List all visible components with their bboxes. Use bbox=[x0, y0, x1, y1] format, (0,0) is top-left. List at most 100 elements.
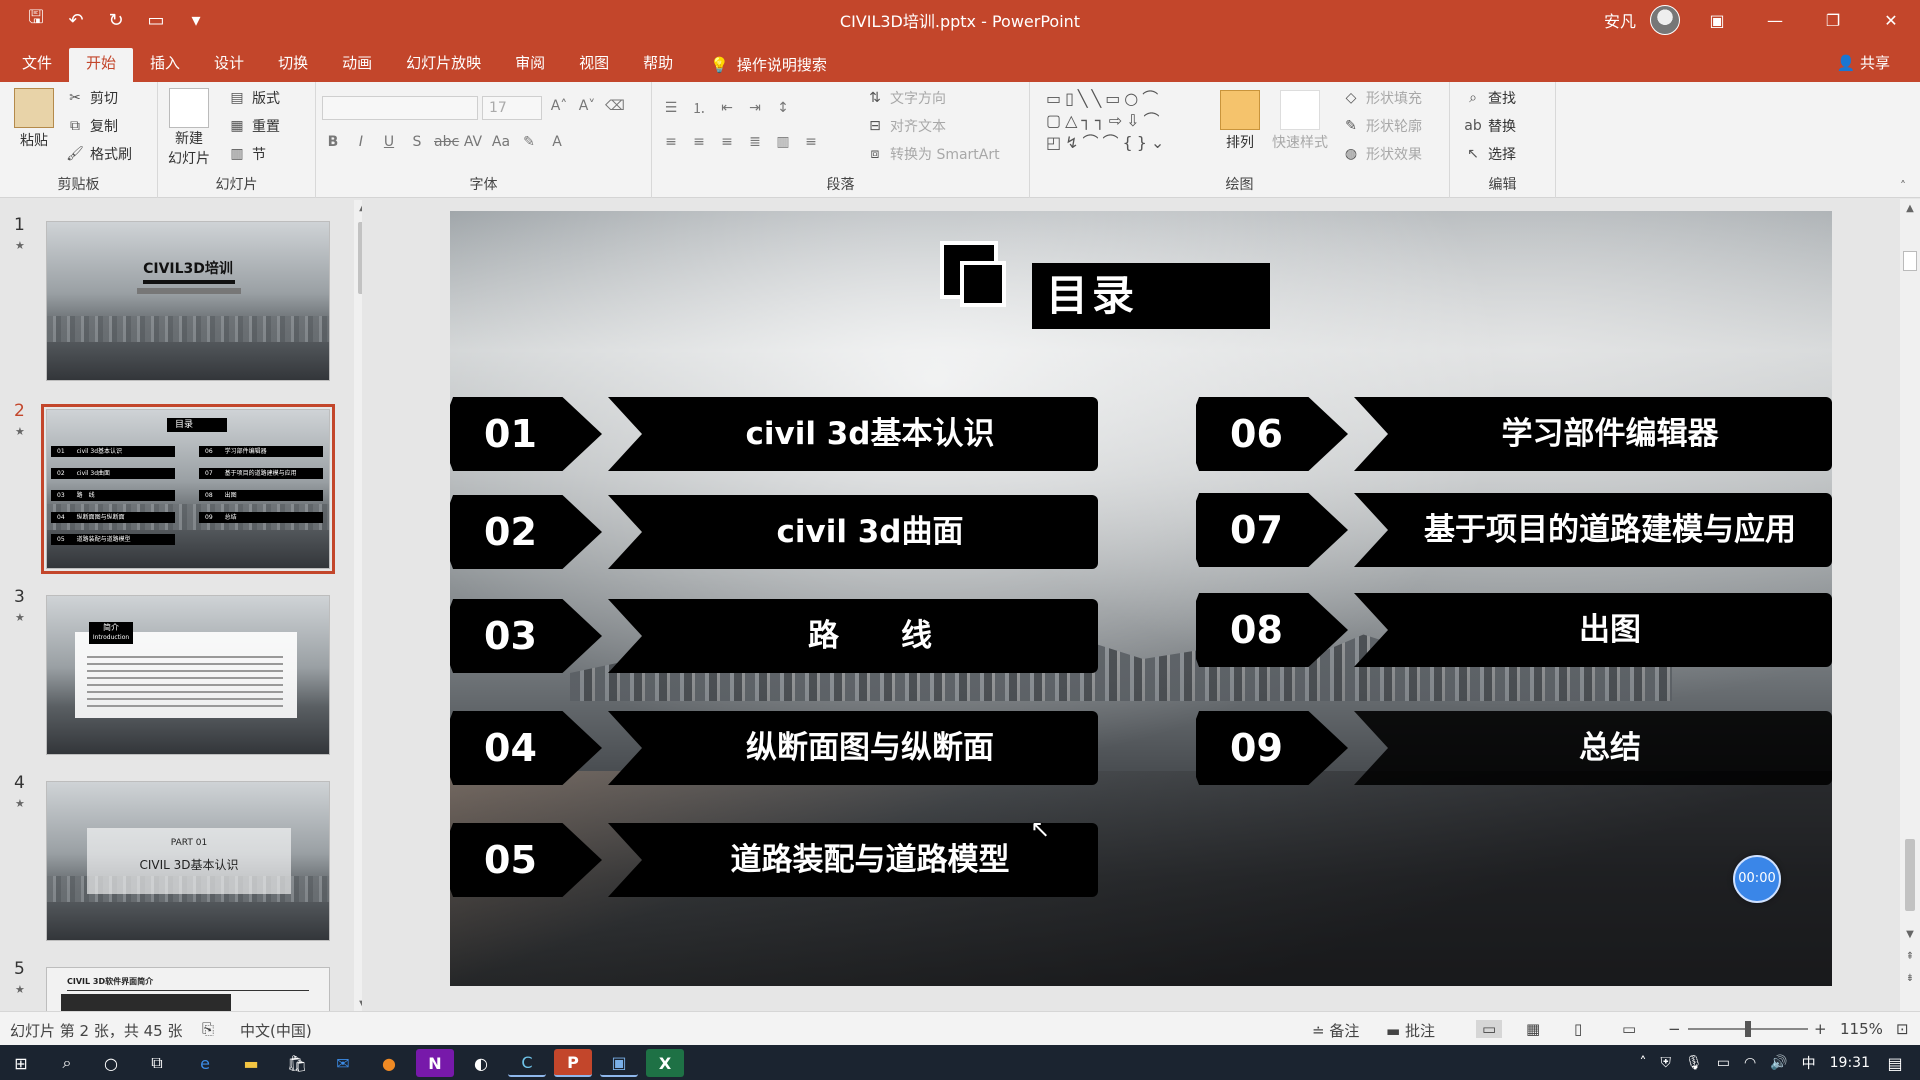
scroll-down-icon[interactable]: ▼ bbox=[1900, 929, 1920, 940]
shadow-icon[interactable]: S bbox=[406, 134, 428, 150]
tab-home[interactable]: 开始 bbox=[69, 48, 134, 82]
scroll-up-icon[interactable]: ▲ bbox=[1900, 203, 1920, 214]
user-account[interactable]: 安凡 bbox=[1604, 0, 1680, 40]
align-text-button[interactable]: ⊟ 对齐文本 bbox=[866, 116, 946, 136]
columns-icon[interactable]: ▥ bbox=[772, 134, 794, 150]
align-center-icon[interactable]: ≡ bbox=[688, 134, 710, 150]
toc-item-09[interactable]: 09 总结 bbox=[1196, 711, 1832, 785]
quick-styles-button[interactable]: 快速样式 bbox=[1272, 90, 1328, 152]
battery-icon[interactable]: ▭ bbox=[1717, 1055, 1730, 1071]
search-icon[interactable]: ⌕ bbox=[48, 1049, 86, 1077]
font-color-icon[interactable]: A bbox=[546, 134, 568, 150]
slide-title[interactable]: 目录 bbox=[1032, 263, 1270, 329]
find-button[interactable]: ⌕ 查找 bbox=[1464, 88, 1516, 108]
grow-font-icon[interactable]: A˄ bbox=[548, 98, 570, 114]
comments-button[interactable]: ▬ 批注 bbox=[1386, 1020, 1435, 1041]
bullets-icon[interactable]: ☰ bbox=[660, 100, 682, 116]
ime-indicator[interactable]: 中 bbox=[1802, 1053, 1816, 1073]
microphone-icon[interactable]: 🎙 bbox=[1685, 1055, 1703, 1071]
toc-item-04[interactable]: 04 纵断面图与纵断面 bbox=[450, 711, 1098, 785]
recording-timer[interactable]: 00:00 bbox=[1733, 855, 1781, 903]
highlight-icon[interactable]: ✎ bbox=[518, 134, 540, 150]
minimize-icon[interactable]: — bbox=[1746, 0, 1804, 40]
bold-icon[interactable]: B bbox=[322, 134, 344, 150]
shape-outline-button[interactable]: ✎ 形状轮廓 bbox=[1342, 116, 1422, 136]
windows-start-icon[interactable]: ⊞ bbox=[2, 1049, 40, 1077]
font-size-dropdown[interactable]: 17 bbox=[482, 96, 542, 120]
copy-button[interactable]: ⧉ 复制 bbox=[66, 116, 118, 136]
slide-thumbnail-1[interactable]: CIVIL3D培训 bbox=[46, 221, 330, 381]
clock[interactable]: 19:31 bbox=[1830, 1055, 1870, 1071]
tab-help[interactable]: 帮助 bbox=[626, 48, 690, 82]
shield-icon[interactable]: ⛨ bbox=[1660, 1055, 1671, 1071]
save-icon[interactable]: 🖫 bbox=[22, 6, 50, 34]
paragraph-settings-icon[interactable]: ≡ bbox=[800, 134, 822, 150]
toc-item-02[interactable]: 02 civil 3d曲面 bbox=[450, 495, 1098, 569]
file-explorer-icon[interactable]: ▬ bbox=[232, 1049, 270, 1077]
tell-me-search[interactable]: 💡 操作说明搜索 bbox=[690, 48, 827, 82]
tab-view[interactable]: 视图 bbox=[562, 48, 626, 82]
new-slide-button[interactable]: 新建 幻灯片 bbox=[168, 88, 210, 168]
current-slide[interactable]: 目录 01 civil 3d基本认识 02 civil 3d曲面 03 路 线 … bbox=[450, 211, 1832, 986]
powerpoint-icon[interactable]: P bbox=[554, 1049, 592, 1077]
zoom-level[interactable]: 115% bbox=[1840, 1020, 1883, 1038]
toc-item-06[interactable]: 06 学习部件编辑器 bbox=[1196, 397, 1832, 471]
align-left-icon[interactable]: ≡ bbox=[660, 134, 682, 150]
restore-icon[interactable]: ❐ bbox=[1804, 0, 1862, 40]
increase-indent-icon[interactable]: ⇥ bbox=[744, 100, 766, 116]
redo-icon[interactable]: ↻ bbox=[102, 6, 130, 34]
customize-toolbar-icon[interactable]: ▾ bbox=[182, 6, 210, 34]
civil3d-app-icon[interactable]: C bbox=[508, 1049, 546, 1077]
slide-scrollbar[interactable]: ▲ ▼ ⇞ ⇟ bbox=[1900, 199, 1920, 1011]
toc-item-07[interactable]: 07 基于项目的道路建模与应用 bbox=[1196, 493, 1832, 567]
align-right-icon[interactable]: ≡ bbox=[716, 134, 738, 150]
toc-item-01[interactable]: 01 civil 3d基本认识 bbox=[450, 397, 1098, 471]
arrange-button[interactable]: 排列 bbox=[1220, 90, 1260, 152]
tab-insert[interactable]: 插入 bbox=[133, 48, 197, 82]
section-button[interactable]: ▥ 节 bbox=[228, 144, 266, 164]
reading-view-icon[interactable]: ▯ bbox=[1574, 1020, 1582, 1038]
format-painter-button[interactable]: 🖌 格式刷 bbox=[66, 144, 132, 164]
excel-icon[interactable]: X bbox=[646, 1049, 684, 1077]
zoom-in-icon[interactable]: + bbox=[1814, 1020, 1827, 1038]
firefox-icon[interactable]: ● bbox=[370, 1049, 408, 1077]
line-spacing-icon[interactable]: ↕ bbox=[772, 100, 794, 116]
collapse-ribbon-icon[interactable]: ˄ bbox=[1900, 179, 1906, 193]
tray-expand-icon[interactable]: ˄ bbox=[1639, 1055, 1646, 1071]
video-editor-icon[interactable]: ▣ bbox=[600, 1049, 638, 1077]
smartart-button[interactable]: ⧈ 转换为 SmartArt bbox=[866, 144, 1000, 164]
ribbon-display-options-icon[interactable]: ▣ bbox=[1688, 0, 1746, 40]
language-indicator[interactable]: 中文(中国) bbox=[240, 1020, 312, 1041]
clear-format-icon[interactable]: ⌫ bbox=[604, 98, 626, 114]
replace-button[interactable]: ab 替换 bbox=[1464, 116, 1516, 136]
toc-item-08[interactable]: 08 出图 bbox=[1196, 593, 1832, 667]
share-button[interactable]: 👤 共享 bbox=[1837, 52, 1890, 73]
toc-item-03[interactable]: 03 路 线 bbox=[450, 599, 1098, 673]
char-spacing-icon[interactable]: AV bbox=[462, 134, 484, 150]
tab-file[interactable]: 文件 bbox=[0, 48, 69, 82]
numbering-icon[interactable]: ⒈ bbox=[688, 98, 710, 118]
fit-slide-icon[interactable]: ⊡ bbox=[1896, 1020, 1909, 1038]
strikethrough-icon[interactable]: abc bbox=[434, 134, 459, 150]
mail-icon[interactable]: ✉ bbox=[324, 1049, 362, 1077]
cortana-icon[interactable]: ○ bbox=[92, 1049, 130, 1077]
zoom-out-icon[interactable]: − bbox=[1668, 1020, 1681, 1038]
tab-review[interactable]: 审阅 bbox=[498, 48, 562, 82]
present-from-start-icon[interactable]: ▭ bbox=[142, 6, 170, 34]
scroll-thumb-lower[interactable] bbox=[1905, 839, 1915, 911]
wifi-icon[interactable]: ◠ bbox=[1744, 1055, 1756, 1071]
slide-thumbnail-3[interactable]: 简介 Introduction bbox=[46, 595, 330, 755]
tab-animations[interactable]: 动画 bbox=[325, 48, 389, 82]
paste-button[interactable]: 粘贴 bbox=[14, 88, 54, 150]
notes-button[interactable]: ≐ 备注 bbox=[1312, 1020, 1359, 1041]
text-direction-button[interactable]: ⇅ 文字方向 bbox=[866, 88, 946, 108]
slide-sorter-icon[interactable]: ▦ bbox=[1526, 1020, 1540, 1038]
slide-thumbnail-2[interactable]: 目录 01 civil 3d基本认识 02 civil 3d曲面 03 路 线 04 … bbox=[41, 404, 335, 574]
italic-icon[interactable]: I bbox=[350, 134, 372, 150]
shape-effects-button[interactable]: ◍ 形状效果 bbox=[1342, 144, 1422, 164]
justify-icon[interactable]: ≣ bbox=[744, 134, 766, 150]
layout-button[interactable]: ▤ 版式 bbox=[228, 88, 280, 108]
cut-button[interactable]: ✂ 剪切 bbox=[66, 88, 118, 108]
slide-thumbnail-4[interactable]: PART 01 CIVIL 3D基本认识 bbox=[46, 781, 330, 941]
screen-recorder-icon[interactable]: ◐ bbox=[462, 1049, 500, 1077]
